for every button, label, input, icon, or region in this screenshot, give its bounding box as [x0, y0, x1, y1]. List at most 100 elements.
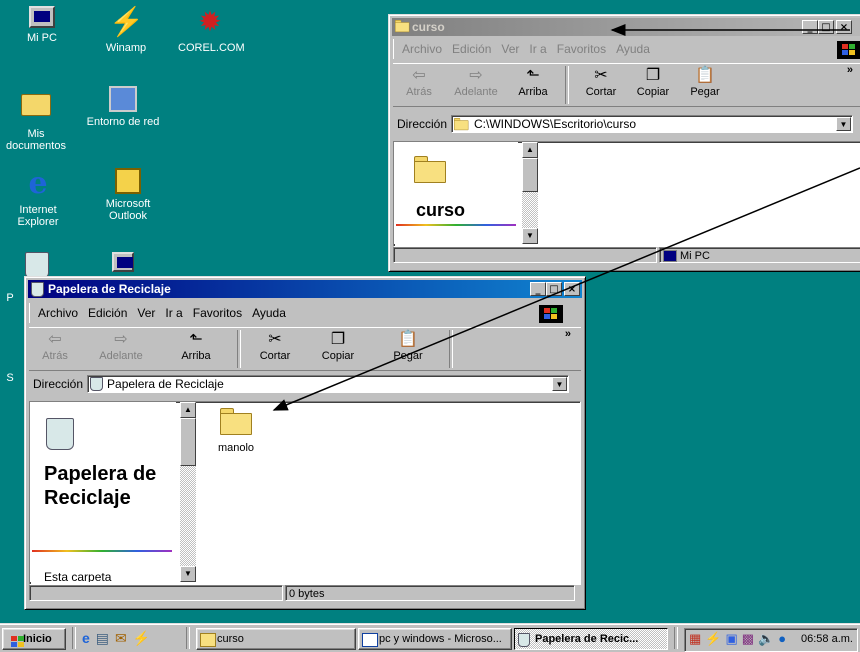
scheduler-icon[interactable]: ▦ — [689, 632, 701, 646]
address-field[interactable]: C:\WINDOWS\Escritorio\curso ▼ — [451, 115, 854, 133]
menu-ver[interactable]: Ver — [501, 42, 519, 56]
maximize-button[interactable]: □ — [546, 282, 562, 296]
address-field[interactable]: Papelera de Reciclaje ▼ — [87, 375, 570, 393]
curso-window[interactable]: curso _ □ × Archivo Edición Ver Ir a Fav… — [388, 14, 860, 272]
scroll-up-button[interactable]: ▲ — [180, 402, 196, 418]
menu-archivo[interactable]: Archivo — [38, 306, 78, 320]
outlook-icon — [115, 168, 141, 194]
side-panel-scrollbar[interactable]: ▲ ▼ — [522, 142, 538, 244]
display-icon[interactable]: ▩ — [742, 632, 754, 646]
paste-icon: 📋 — [695, 67, 715, 84]
menu-ver[interactable]: Ver — [137, 306, 155, 320]
menu-favoritos[interactable]: Favoritos — [193, 306, 242, 320]
close-button[interactable]: × — [564, 282, 580, 296]
copy-button[interactable]: ❐ Copiar — [627, 64, 679, 106]
up-button[interactable]: ⬑ Arriba — [507, 64, 559, 106]
minimize-button[interactable]: _ — [802, 20, 818, 34]
taskbar-separator — [72, 627, 76, 649]
word-document-icon — [362, 633, 378, 647]
cut-button[interactable]: ✂ Cortar — [575, 64, 627, 106]
maximize-button[interactable]: □ — [818, 20, 834, 34]
menu-archivo[interactable]: Archivo — [402, 42, 442, 56]
up-label: Arriba — [181, 350, 211, 362]
status-cell-left — [393, 247, 657, 263]
desktop-icon-label: Internet Explorer — [17, 204, 59, 228]
computer-icon — [29, 6, 55, 28]
up-button[interactable]: ⬑ Arriba — [161, 328, 231, 370]
menu-ir-a[interactable]: Ir a — [529, 42, 546, 56]
side-panel-scrollbar[interactable]: ▲ ▼ — [180, 402, 196, 582]
address-dropdown-button[interactable]: ▼ — [836, 117, 852, 131]
desktop-icon-setup[interactable] — [108, 252, 138, 276]
scissors-icon: ✂ — [268, 331, 282, 348]
winamp-icon[interactable]: ⚡ — [705, 632, 721, 646]
back-button[interactable]: ⇦ Atrás — [393, 64, 445, 106]
scroll-down-button[interactable]: ▼ — [180, 566, 196, 582]
outlook-icon[interactable]: ✉ — [115, 630, 127, 646]
papelera-window[interactable]: Papelera de Reciclaje _ □ × Archivo Edic… — [24, 276, 586, 610]
taskbar: Inicio e ▤ ✉ ⚡ curso pc y windows - Micr… — [0, 623, 860, 652]
desktop-icon-mi-pc[interactable]: Mi PC — [10, 6, 74, 44]
menu-ir-a[interactable]: Ir a — [165, 306, 182, 320]
volume-icon[interactable]: 🔈 — [758, 632, 774, 646]
scroll-thumb[interactable] — [522, 158, 538, 192]
setup-icon — [112, 252, 134, 272]
status-cell-left — [29, 585, 283, 601]
scroll-down-button[interactable]: ▼ — [522, 228, 538, 244]
menu-favoritos[interactable]: Favoritos — [557, 42, 606, 56]
taskbar-button-curso[interactable]: curso — [196, 628, 356, 650]
start-button[interactable]: Inicio — [2, 628, 66, 650]
desktop-icon-label: Microsoft Outlook — [105, 198, 151, 222]
window-title: Papelera de Reciclaje — [48, 282, 171, 296]
file-item-manolo[interactable]: manolo — [214, 408, 258, 454]
forward-button[interactable]: ⇨ Adelante — [445, 64, 507, 106]
curso-titlebar[interactable]: curso _ □ × — [392, 18, 860, 36]
recycle-bin-icon — [518, 633, 530, 647]
desktop-icon-winamp[interactable]: ⚡ Winamp — [94, 6, 158, 54]
close-button[interactable]: × — [836, 20, 852, 34]
windows-logo-icon — [539, 305, 563, 323]
toolbar-chevron[interactable]: » — [565, 328, 571, 340]
paste-button[interactable]: 📋 Pegar — [373, 328, 443, 370]
desktop-icon-internet-explorer[interactable]: e Internet Explorer — [6, 166, 70, 229]
messenger-icon[interactable]: ● — [778, 632, 786, 646]
copy-button[interactable]: ❐ Copiar — [303, 328, 373, 370]
taskbar-button-papelera[interactable]: Papelera de Recic... — [514, 628, 668, 650]
back-button[interactable]: ⇦ Atrás — [29, 328, 81, 370]
cut-button[interactable]: ✂ Cortar — [247, 328, 303, 370]
menu-edicion[interactable]: Edición — [452, 42, 491, 56]
forward-button[interactable]: ⇨ Adelante — [81, 328, 161, 370]
network-icon[interactable]: ▣ — [725, 632, 737, 646]
menu-edicion[interactable]: Edición — [88, 306, 127, 320]
back-label: Atrás — [42, 350, 68, 362]
minimize-button[interactable]: _ — [530, 282, 546, 296]
show-desktop-icon[interactable]: ▤ — [96, 630, 109, 646]
taskbar-button-word[interactable]: pc y windows - Microso... — [358, 628, 512, 650]
address-value: C:\WINDOWS\Escritorio\curso — [474, 117, 637, 131]
curso-statusbar: Mi PC — [393, 247, 860, 265]
desktop-icon-mis-documentos[interactable]: Mis documentos — [6, 86, 66, 152]
address-label: Dirección — [33, 377, 84, 391]
address-dropdown-button[interactable]: ▼ — [552, 377, 568, 391]
windows-logo-icon — [837, 41, 860, 59]
menu-ayuda[interactable]: Ayuda — [252, 306, 286, 320]
paste-button[interactable]: 📋 Pegar — [679, 64, 731, 106]
scroll-up-button[interactable]: ▲ — [522, 142, 538, 158]
desktop-icon-corel[interactable]: ✹ COREL.COM — [178, 6, 245, 54]
internet-explorer-icon[interactable]: e — [82, 630, 90, 646]
winamp-icon[interactable]: ⚡ — [133, 630, 150, 646]
taskbar-separator — [186, 627, 190, 649]
clock[interactable]: 06:58 a.m. — [801, 629, 853, 649]
internet-explorer-icon: e — [28, 166, 48, 201]
status-zone-label: Mi PC — [680, 250, 710, 262]
rainbow-divider — [396, 224, 516, 226]
toolbar-chevron[interactable]: » — [847, 64, 853, 76]
desktop-icon-entorno-de-red[interactable]: Entorno de red — [82, 86, 164, 128]
desktop-icon-outlook[interactable]: Microsoft Outlook — [96, 168, 160, 222]
scroll-thumb[interactable] — [180, 418, 196, 466]
curso-side-panel: curso — [394, 142, 518, 244]
papelera-toolbar: ⇦ Atrás ⇨ Adelante ⬑ Arriba ✂ Cortar ❐ Copiar… — [29, 327, 581, 371]
curso-menubar: Archivo Edición Ver Ir a Favoritos Ayuda — [393, 39, 660, 59]
menu-ayuda[interactable]: Ayuda — [616, 42, 650, 56]
papelera-titlebar[interactable]: Papelera de Reciclaje _ □ × — [28, 280, 582, 298]
